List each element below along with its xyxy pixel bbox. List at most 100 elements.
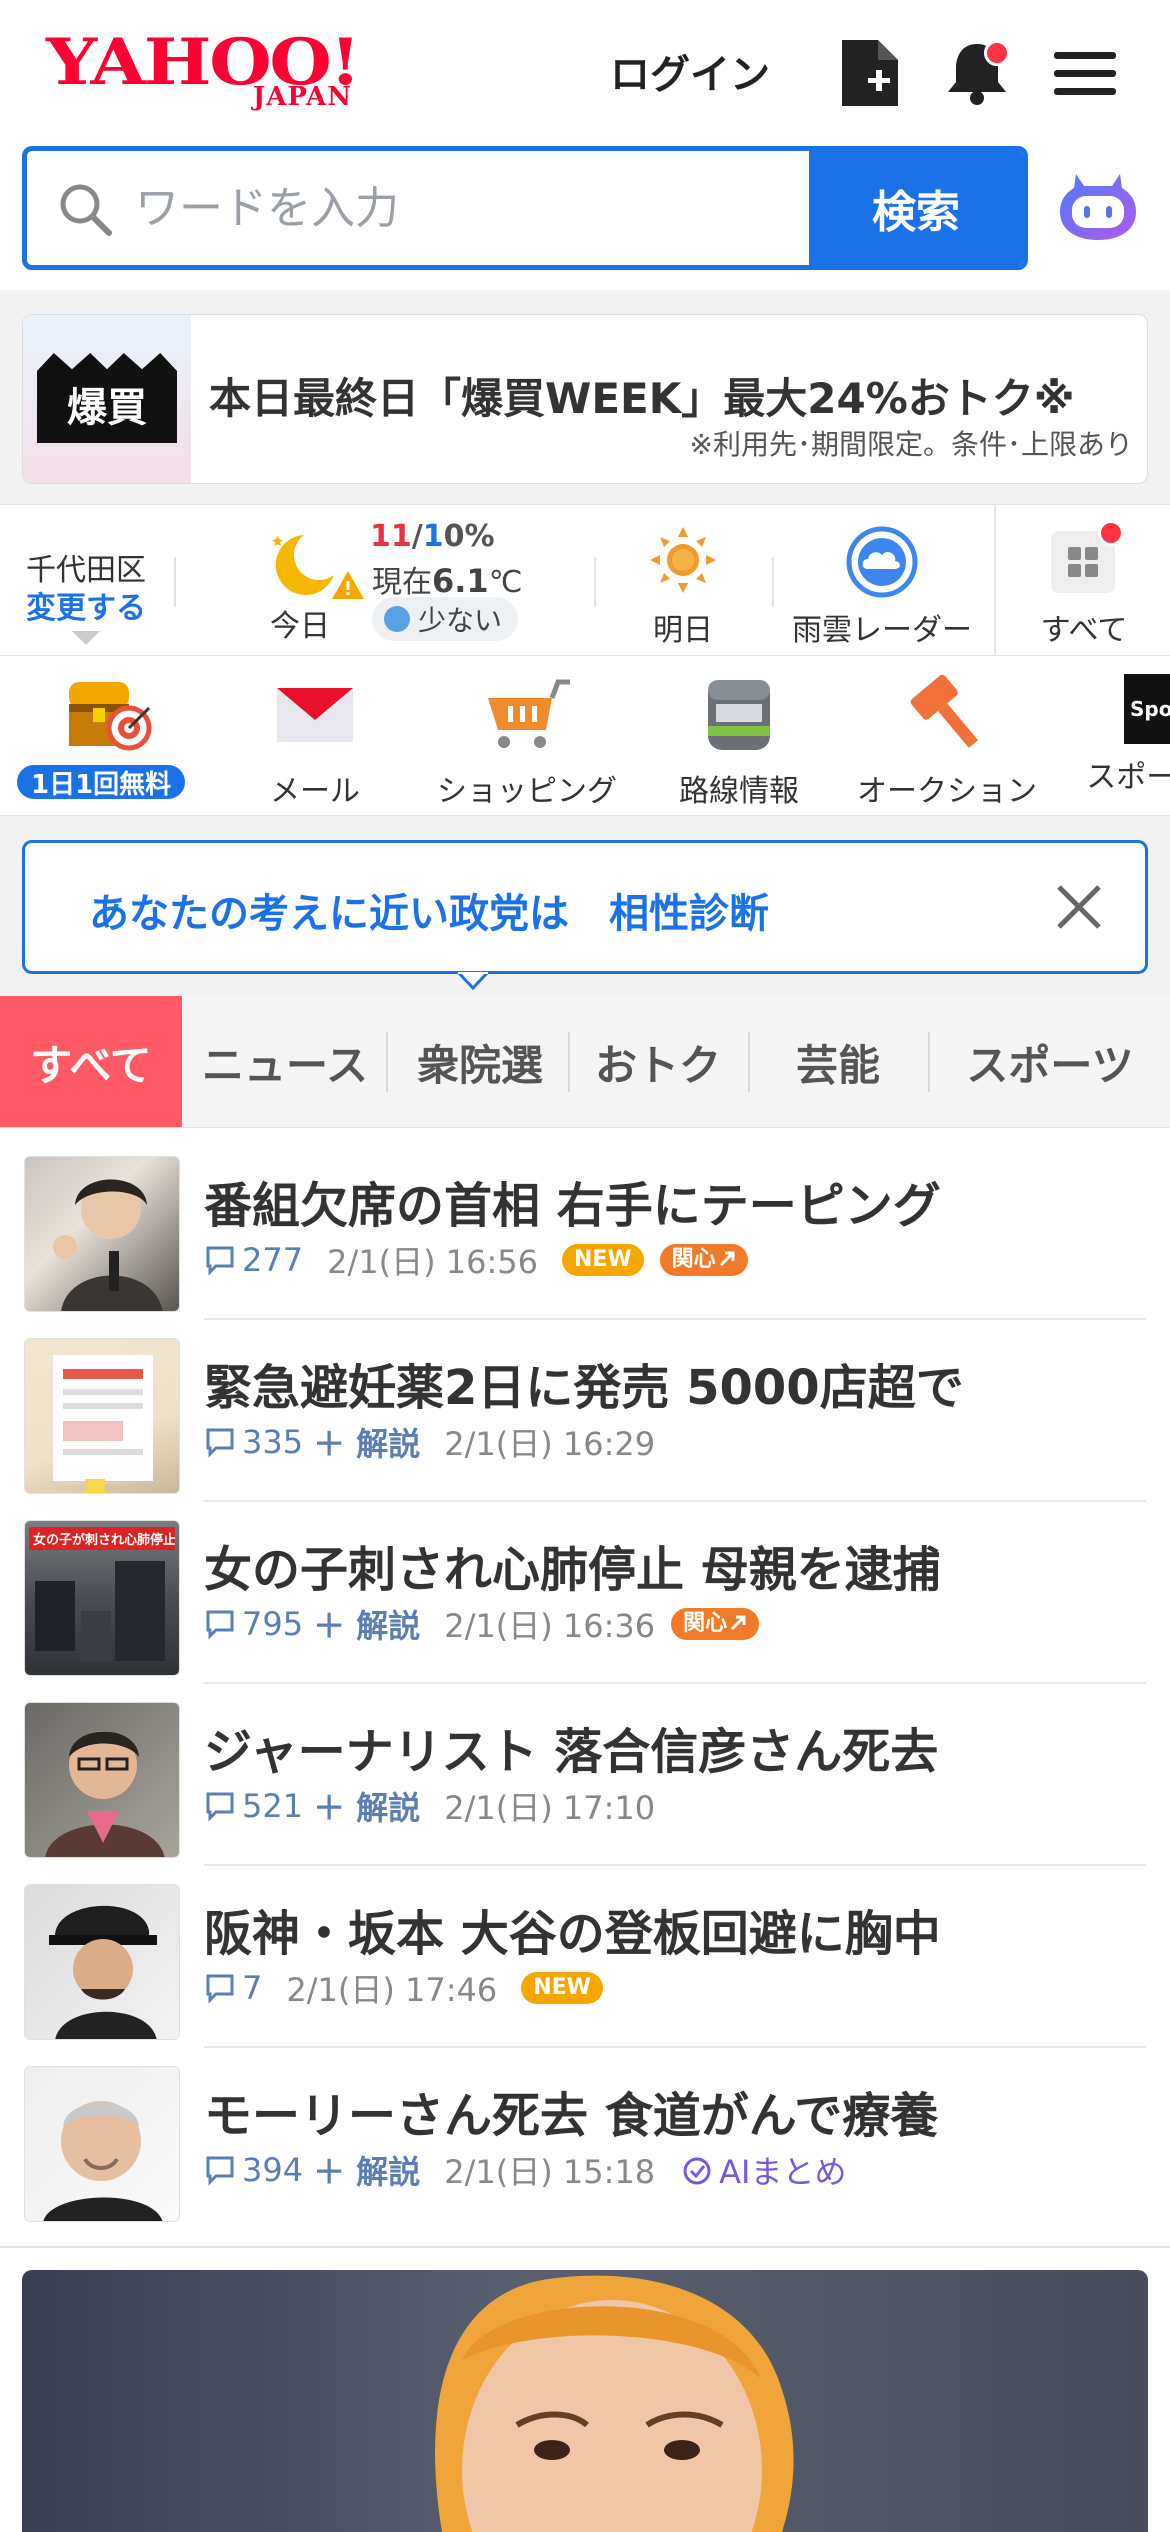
party-match-text: あなたの考えに近い政党は 相性診断 (89, 891, 769, 937)
service-mail[interactable]: メール (240, 674, 390, 810)
comment-count-value: 394 (242, 2151, 304, 2189)
divider (994, 505, 996, 657)
service-sports[interactable]: Spo スポーツ (1066, 674, 1170, 796)
menu-icon[interactable] (1052, 38, 1118, 108)
interest-badge: 関心 (659, 1244, 748, 1276)
pollen-label: 少ない (418, 604, 503, 637)
comment-count[interactable]: 335 (204, 1423, 303, 1461)
ai-summary-link[interactable]: AIまとめ (681, 2147, 846, 2193)
today-label: 今日 (270, 609, 330, 644)
train-icon (708, 680, 770, 750)
news-meta: 7 2/1(日) 17:46 NEW (204, 1968, 603, 2009)
explain-label[interactable]: ＋ 解説 (313, 2147, 420, 2193)
news-item[interactable]: 番組欠席の首相 右手にテーピング 277 2/1(日) 16:56 NEW 関心 (0, 1138, 1170, 1320)
divider (174, 557, 176, 607)
news-thumbnail: 女の子が刺され心肺停止 (24, 1520, 180, 1676)
news-item[interactable]: 緊急避妊薬2日に発売 5000店超で 335 ＋ 解説 2/1(日) 16:29 (0, 1320, 1170, 1502)
service-label: 路線情報 (679, 774, 799, 809)
promo-banner-image: 爆買 (23, 315, 191, 483)
party-match-banner[interactable]: あなたの考えに近い政党は 相性診断 (22, 840, 1148, 974)
news-time: 2/1(日) 16:36 (444, 1607, 656, 1645)
news-item[interactable]: ジャーナリスト 落合信彦さん死去 521 ＋ 解説 2/1(日) 17:10 (0, 1684, 1170, 1866)
service-auction[interactable]: オークション (852, 674, 1042, 810)
service-daily-free[interactable] (20, 674, 190, 758)
precip: 0% (443, 519, 495, 554)
pollen-badge[interactable]: 少ない (372, 597, 519, 641)
weather-section: 千代田区 変更する 今日 11/10% 現在6.1℃ 少ない 明日 雨雲レーダー… (0, 504, 1170, 657)
service-label: メール (270, 774, 360, 809)
divider (594, 557, 596, 607)
close-icon[interactable] (1053, 881, 1105, 937)
comment-count[interactable]: 7 (204, 1969, 262, 2007)
tab-entertainment[interactable]: 芸能 (750, 996, 926, 1127)
interest-badge-label: 関心 (683, 1611, 728, 1636)
comment-count[interactable]: 795 (204, 1605, 303, 1643)
news-title: 女の子刺され心肺停止 母親を逮捕 (204, 1542, 941, 1598)
auction-hammer-icon (910, 674, 979, 748)
news-item[interactable]: 阪神・坂本 大谷の登板回避に胸中 7 2/1(日) 17:46 NEW (0, 1866, 1170, 2048)
doc-add-icon[interactable] (838, 38, 904, 108)
comment-icon (206, 1974, 234, 2004)
tab-election[interactable]: 衆院選 (392, 996, 568, 1127)
ai-assistant-icon[interactable] (1056, 162, 1140, 246)
service-shortcuts: 1日1回無料 メール ショッピング 路線情報 オークション Spo スポ (0, 656, 1170, 816)
news-title: ジャーナリスト 落合信彦さん死去 (204, 1724, 939, 1780)
search-input[interactable] (135, 151, 815, 265)
tab-deals[interactable]: おトク (570, 996, 746, 1127)
divider (772, 557, 774, 607)
tab-sports[interactable]: スポーツ (930, 996, 1170, 1127)
explain-label[interactable]: ＋ 解説 (313, 1783, 420, 1829)
news-item[interactable]: 女の子が刺され心肺停止 女の子刺され心肺停止 母親を逮捕 795 ＋ 解説 2/… (0, 1502, 1170, 1684)
comment-icon (206, 1792, 234, 1822)
tomorrow-weather[interactable]: 明日 (628, 525, 738, 648)
ai-summary-label: AIまとめ (719, 2153, 847, 2191)
treasure-icon (69, 682, 152, 751)
temp-sep: / (411, 519, 423, 554)
search-icon (57, 181, 113, 241)
promo-banner-title: 本日最終日「爆買WEEK」最大24%おトク※ (209, 374, 1075, 423)
trend-up-icon (719, 1251, 735, 1267)
news-time: 2/1(日) 17:10 (444, 1789, 656, 1827)
feature-photo[interactable] (22, 2270, 1148, 2532)
promo-banner-note: ※利用先･期間限定。条件･上限あり (689, 428, 1133, 461)
comment-count[interactable]: 521 (204, 1787, 303, 1825)
news-time: 2/1(日) 16:56 (327, 1243, 538, 1281)
weather-all-link[interactable]: すべて (1024, 525, 1144, 648)
search-field[interactable] (27, 151, 815, 265)
notification-dot (1098, 520, 1124, 546)
tab-news[interactable]: ニュース (190, 996, 380, 1127)
temp-low: 1 (422, 519, 444, 554)
daily-free-badge[interactable]: 1日1回無料 (14, 762, 189, 802)
thumbnail-caption: 女の子が刺され心肺停止 (29, 1527, 175, 1550)
tab-all[interactable]: すべて (0, 996, 182, 1127)
comment-count[interactable]: 277 (204, 1241, 303, 1279)
change-location-link[interactable]: 変更する (26, 583, 146, 627)
pollen-icon (384, 606, 410, 632)
now-temp: 6.1 (432, 562, 489, 600)
news-title: モーリーさん死去 食道がんで療養 (204, 2088, 939, 2144)
news-meta: 277 2/1(日) 16:56 NEW 関心 (204, 1240, 748, 1281)
explain-label[interactable]: ＋ 解説 (313, 1419, 420, 1465)
news-item[interactable]: モーリーさん死去 食道がんで療養 394 ＋ 解説 2/1(日) 15:18 A… (0, 2048, 1170, 2230)
news-time: 2/1(日) 17:46 (286, 1971, 498, 2009)
comment-count[interactable]: 394 (204, 2151, 303, 2189)
radar-icon (846, 526, 918, 598)
yahoo-japan-logo[interactable]: YAHOO! JAPAN (46, 28, 362, 118)
login-link[interactable]: ログイン (610, 42, 770, 100)
bakugai-logo: 爆買 (37, 353, 177, 443)
temp-high: 11 (370, 519, 412, 554)
search-button[interactable]: 検索 (809, 151, 1023, 265)
today-temperature: 11/10% (370, 519, 495, 554)
service-shopping[interactable]: ショッピング (432, 674, 622, 810)
category-tabs: すべて ニュース 衆院選 おトク 芸能 スポーツ (0, 996, 1170, 1128)
logo-sub: JAPAN (252, 82, 352, 112)
explain-label[interactable]: ＋ 解説 (313, 1601, 420, 1647)
promo-banner[interactable]: 爆買 本日最終日「爆買WEEK」最大24%おトク※ ※利用先･期間限定。条件･上… (22, 314, 1148, 484)
divider (0, 2246, 1170, 2248)
location-caret-icon (72, 631, 100, 645)
rain-radar-link[interactable]: 雨雲レーダー (790, 525, 974, 648)
new-badge: NEW (561, 1244, 644, 1276)
tab-divider (386, 1032, 388, 1092)
service-transit[interactable]: 路線情報 (666, 674, 812, 810)
news-time: 2/1(日) 15:18 (444, 2153, 656, 2191)
